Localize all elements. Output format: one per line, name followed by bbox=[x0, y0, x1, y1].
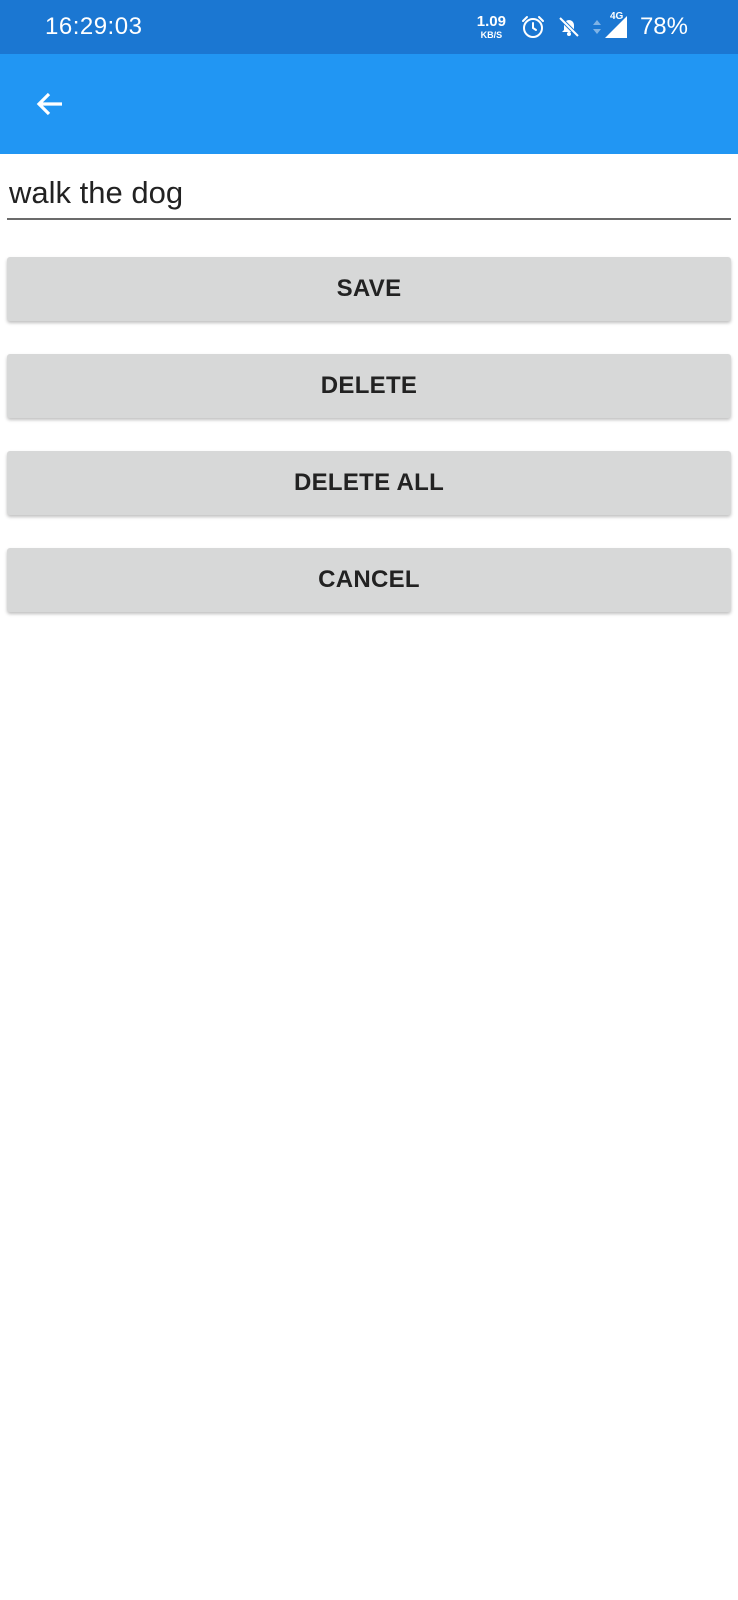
signal-indicator: 4G bbox=[592, 11, 628, 39]
arrow-left-icon bbox=[34, 88, 66, 120]
network-speed-unit: KB/S bbox=[480, 30, 503, 40]
status-icons: 1.09 KB/S 4G 78% bbox=[477, 0, 688, 54]
network-type: 4G bbox=[609, 11, 624, 22]
app-bar bbox=[0, 54, 738, 154]
battery-level: 78% bbox=[639, 13, 688, 40]
bell-off-icon bbox=[556, 14, 582, 40]
status-time: 16:29:03 bbox=[45, 13, 143, 40]
network-speed-value: 1.09 bbox=[476, 13, 506, 30]
delete-all-button[interactable]: DELETE ALL bbox=[7, 451, 731, 515]
save-button[interactable]: SAVE bbox=[7, 257, 731, 321]
delete-button[interactable]: DELETE bbox=[7, 354, 731, 418]
cancel-button[interactable]: CANCEL bbox=[7, 548, 731, 612]
status-bar: 16:29:03 1.09 KB/S 4G 78% bbox=[0, 0, 738, 54]
screen: 16:29:03 1.09 KB/S 4G 78% walk the dog S… bbox=[0, 0, 738, 1600]
back-button[interactable] bbox=[22, 80, 78, 128]
task-input[interactable] bbox=[7, 168, 731, 220]
alarm-icon bbox=[520, 14, 546, 40]
network-speed: 1.09 KB/S bbox=[477, 14, 506, 40]
